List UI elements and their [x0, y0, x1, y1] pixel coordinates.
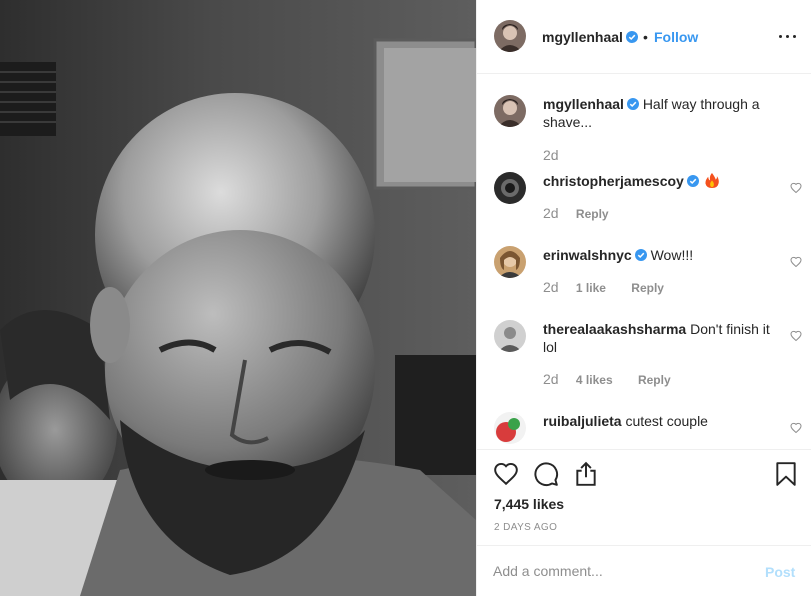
comment-username[interactable]: therealaakashsharma	[543, 321, 686, 337]
bookmark-icon[interactable]	[773, 461, 799, 487]
comment-like-heart-icon[interactable]	[790, 330, 802, 342]
comment-username[interactable]: mgyllenhaal	[543, 96, 624, 112]
header-separator-dot: •	[643, 29, 648, 45]
comment-username[interactable]: ruibaljulieta	[543, 413, 622, 429]
comment-likes[interactable]: 1 like	[576, 281, 606, 295]
share-icon[interactable]	[573, 461, 599, 487]
comment-item: erinwalshnyc Wow!!! 2d 1 like Reply	[494, 246, 804, 306]
comment-item: therealaakashsharma Don't finish it lol …	[494, 320, 804, 400]
add-comment-bar: Post	[477, 545, 811, 596]
comment-meta: 2d	[543, 147, 573, 163]
comment-time[interactable]: 2d	[543, 205, 559, 221]
reply-button[interactable]: Reply	[631, 281, 664, 295]
likes-count[interactable]: 7,445 likes	[494, 496, 564, 512]
comment-like-heart-icon[interactable]	[790, 256, 802, 268]
comment-input[interactable]	[493, 559, 743, 583]
comment-body: cutest couple	[625, 413, 708, 429]
author-username[interactable]: mgyllenhaal	[542, 29, 638, 45]
comment-username[interactable]: christopherjamescoy	[543, 173, 684, 189]
comment-username[interactable]: erinwalshnyc	[543, 247, 632, 263]
comment-meta: 2d 4 likes Reply	[543, 371, 693, 387]
comment-meta: 2d 1 like Reply	[543, 279, 686, 295]
follow-button[interactable]: Follow	[654, 29, 698, 45]
comment-icon[interactable]	[533, 461, 559, 487]
comment-item: christopherjamescoy 2d Reply	[494, 172, 804, 232]
comment-likes[interactable]: 4 likes	[576, 373, 613, 387]
reply-button[interactable]: Reply	[638, 373, 671, 387]
comment-like-heart-icon[interactable]	[790, 182, 802, 194]
comment-text: erinwalshnyc Wow!!!	[543, 246, 773, 264]
post-actions: 7,445 likes 2 DAYS AGO	[477, 449, 811, 545]
comment-avatar[interactable]	[494, 246, 526, 278]
author-username-text[interactable]: mgyllenhaal	[542, 29, 623, 45]
comment-item: ruibaljulieta cutest couple	[494, 412, 804, 449]
comment-body: Wow!!!	[650, 247, 694, 263]
comment-like-heart-icon[interactable]	[790, 422, 802, 434]
comment-text: mgyllenhaal Half way through a shave...	[543, 95, 773, 131]
comment-avatar[interactable]	[494, 172, 526, 204]
comment-time[interactable]: 2d	[543, 371, 559, 387]
verified-badge-icon	[686, 175, 699, 187]
comment-time[interactable]: 2d	[543, 279, 559, 295]
comment-avatar[interactable]	[494, 95, 526, 127]
post-photo[interactable]	[0, 0, 476, 596]
heart-icon[interactable]	[493, 461, 519, 487]
verified-badge-icon	[626, 98, 639, 110]
reply-button[interactable]: Reply	[576, 207, 609, 221]
verified-badge-icon	[634, 249, 647, 261]
verified-badge-icon	[625, 31, 638, 43]
comment-time[interactable]: 2d	[543, 147, 559, 163]
author-avatar[interactable]	[494, 20, 526, 52]
comment-avatar[interactable]	[494, 412, 526, 444]
post-header: mgyllenhaal • Follow	[477, 0, 811, 74]
caption-item: mgyllenhaal Half way through a shave... …	[494, 95, 804, 175]
comment-text: christopherjamescoy	[543, 172, 773, 190]
comment-text: therealaakashsharma Don't finish it lol	[543, 320, 773, 356]
post-sidebar: mgyllenhaal • Follow mgyllenhaal Half wa…	[476, 0, 811, 596]
post-image	[0, 0, 476, 596]
post-date[interactable]: 2 DAYS AGO	[494, 522, 557, 533]
comment-avatar[interactable]	[494, 320, 526, 352]
comment-text: ruibaljulieta cutest couple	[543, 412, 773, 430]
fire-emoji-icon	[705, 173, 719, 188]
post-comment-button[interactable]: Post	[765, 564, 795, 580]
more-horizontal-icon[interactable]	[777, 27, 799, 45]
comment-meta: 2d Reply	[543, 205, 631, 221]
comments-list[interactable]: mgyllenhaal Half way through a shave... …	[477, 75, 811, 449]
